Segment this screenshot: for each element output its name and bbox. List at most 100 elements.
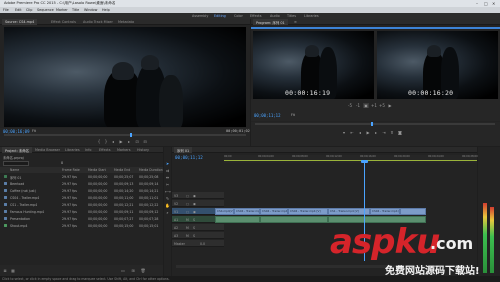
tab-sequence[interactable]: 序列 01 [174,147,193,153]
step-forward-icon[interactable]: ▸ [373,130,379,135]
menu-marker[interactable]: Marker [56,8,68,12]
eye-icon[interactable]: ◉ [193,210,196,214]
program-menu-icon[interactable]: ≡ [291,19,300,25]
hand-tool-icon[interactable]: ✋ [165,203,170,208]
menu-edit[interactable]: Edit [15,8,22,12]
tab-project[interactable]: Project: 未命名 [2,147,32,153]
go-to-in-icon[interactable]: ⇤ [349,130,355,135]
workspace-libraries[interactable]: Libraries [304,14,319,18]
project-item-row[interactable]: Shout.mp4 29.97 fps 00;00;00;00 00;00;15;00… [2,223,161,230]
step-back-icon[interactable]: ◂ [110,139,116,144]
play-icon[interactable]: ▶ [118,139,124,144]
razor-tool-icon[interactable]: ✂ [165,182,170,187]
minimize-button[interactable]: – [476,1,478,6]
tab-info[interactable]: Info [82,147,94,153]
project-item-row[interactable]: Presentation 29.97 fps 00;00;00;00 00;00;07… [2,216,161,223]
column-frame-rate[interactable]: Frame Rate [62,168,80,172]
column-name[interactable]: Name [10,168,19,172]
new-item-icon[interactable]: ⊞ [130,268,136,273]
menu-file[interactable]: File [3,8,9,12]
lock-icon[interactable]: ▢ [186,194,189,198]
tab-metadata[interactable]: Metadata [115,19,137,25]
program-scrub-bar[interactable] [255,123,495,125]
tab-markers[interactable]: Markers [114,147,134,153]
trim-back-1-icon[interactable]: -1 [355,103,361,108]
project-item-row[interactable]: Beerload 29.97 fps 00;00;00;00 00;00;09;13 0… [2,181,161,188]
audio-clip[interactable] [260,216,328,223]
video-clip[interactable]: CS04 - Trailer.mp4 [V] [234,208,260,215]
workspace-assembly[interactable]: Assembly [192,14,208,18]
workspace-editing[interactable]: Editing [214,14,226,18]
selection-tool-icon[interactable]: ➤ [165,161,170,166]
overwrite-icon[interactable]: ⊟ [142,139,148,144]
workspace-effects[interactable]: Effects [250,14,262,18]
clear-icon[interactable]: 🗑 [140,268,146,273]
playhead-handle[interactable] [361,160,368,163]
trim-forward-1-icon[interactable]: +1 [371,103,377,108]
master-volume-value[interactable]: 0.0 [200,242,205,246]
timeline-timecode[interactable]: 00;00;11;12 [175,155,203,160]
video-clip[interactable]: CS04 - Trailer.mp4 [V] [370,208,400,215]
apply-default-transition-icon[interactable]: ▣ [363,103,369,108]
menu-clip[interactable]: Clip [26,8,32,12]
mark-in-icon[interactable]: { [96,139,102,144]
maximize-button[interactable]: □ [484,1,488,6]
video-clip[interactable]: CS04 - Trailer.mp4 [V] [288,208,328,215]
source-video-frame[interactable] [4,27,246,127]
project-item-row[interactable]: CS04 - Trailer.mp4 29.97 fps 00;00;00;00 00… [2,195,161,202]
column-media-duration[interactable]: Media Duration [139,168,163,172]
workspace-titles[interactable]: Titles [287,14,296,18]
new-bin-icon[interactable]: ▭ [120,268,126,273]
zoom-tool-icon[interactable]: ⌕ [165,210,170,215]
project-item-row[interactable]: CS1 - Trailer.mp4 29.97 fps 00;00;00;00 00;… [2,202,161,209]
tab-source[interactable]: Source: CS4.mp4 [2,19,38,25]
ripple-edit-tool-icon[interactable]: ⇹ [165,175,170,180]
project-item-row[interactable]: Famous Hunting.mp4 29.97 fps 00;00;00;00 00… [2,209,161,216]
solo-icon[interactable]: S [193,234,195,238]
search-input[interactable] [3,161,29,166]
pen-tool-icon[interactable]: ✎ [165,196,170,201]
source-playhead[interactable] [130,133,132,137]
workspace-audio[interactable]: Audio [270,14,280,18]
program-fit-select[interactable]: Fit [291,113,295,117]
slip-tool-icon[interactable]: ⟷ [165,189,171,194]
mark-out-icon[interactable]: } [103,139,109,144]
tab-media-browser[interactable]: Media Browser [32,147,63,153]
tab-libraries[interactable]: Libraries [62,147,83,153]
menu-title[interactable]: Title [72,8,79,12]
go-to-out-icon[interactable]: ⇥ [381,130,387,135]
source-fit-select[interactable]: Fit [32,129,36,133]
video-clip[interactable]: CS4.mp4[V] [215,208,234,215]
project-item-row[interactable]: Coffee (not just) 29.97 fps 00;00;00;00 00;… [2,188,161,195]
tab-effect-controls[interactable]: Effect Controls [48,19,79,25]
source-scrub-bar[interactable] [4,134,246,136]
column-media-start[interactable]: Media Start [88,168,106,172]
eye-icon[interactable]: ◉ [193,194,196,198]
mute-icon[interactable]: M [186,234,189,238]
solo-icon[interactable]: S [193,218,195,222]
eye-icon[interactable]: ◉ [193,202,196,206]
track-select-tool-icon[interactable]: ⇉ [165,168,170,173]
lock-icon[interactable]: ▢ [186,210,189,214]
mute-icon[interactable]: M [186,218,189,222]
export-frame-icon[interactable]: ◙ [397,130,403,135]
lock-icon[interactable]: ▢ [186,202,189,206]
lift-icon[interactable]: ⊼ [389,130,395,135]
trim-back-5-icon[interactable]: -5 [347,103,353,108]
icon-view-icon[interactable]: ▦ [10,268,16,273]
audio-clip[interactable] [215,216,260,223]
tab-program[interactable]: Program: 序列 01 [253,19,288,25]
tab-history[interactable]: History [134,147,152,153]
program-timecode-left[interactable]: 00;00;11;12 [254,113,281,118]
column-media-end[interactable]: Media End [114,168,130,172]
step-forward-icon[interactable]: ▸ [126,139,132,144]
add-marker-icon[interactable]: ▾ [341,130,347,135]
insert-icon[interactable]: ⊡ [134,139,140,144]
trim-forward-5-icon[interactable]: +5 [379,103,385,108]
tab-effects[interactable]: Effects [96,147,114,153]
close-button[interactable]: ✕ [492,1,495,6]
time-ruler[interactable]: 00;00 00;00;04;00 00;00;08;00 00;00;12;0… [224,155,478,163]
work-area-bar[interactable] [224,160,477,161]
list-view-icon[interactable]: ≣ [2,268,8,273]
mute-icon[interactable]: M [186,226,189,230]
